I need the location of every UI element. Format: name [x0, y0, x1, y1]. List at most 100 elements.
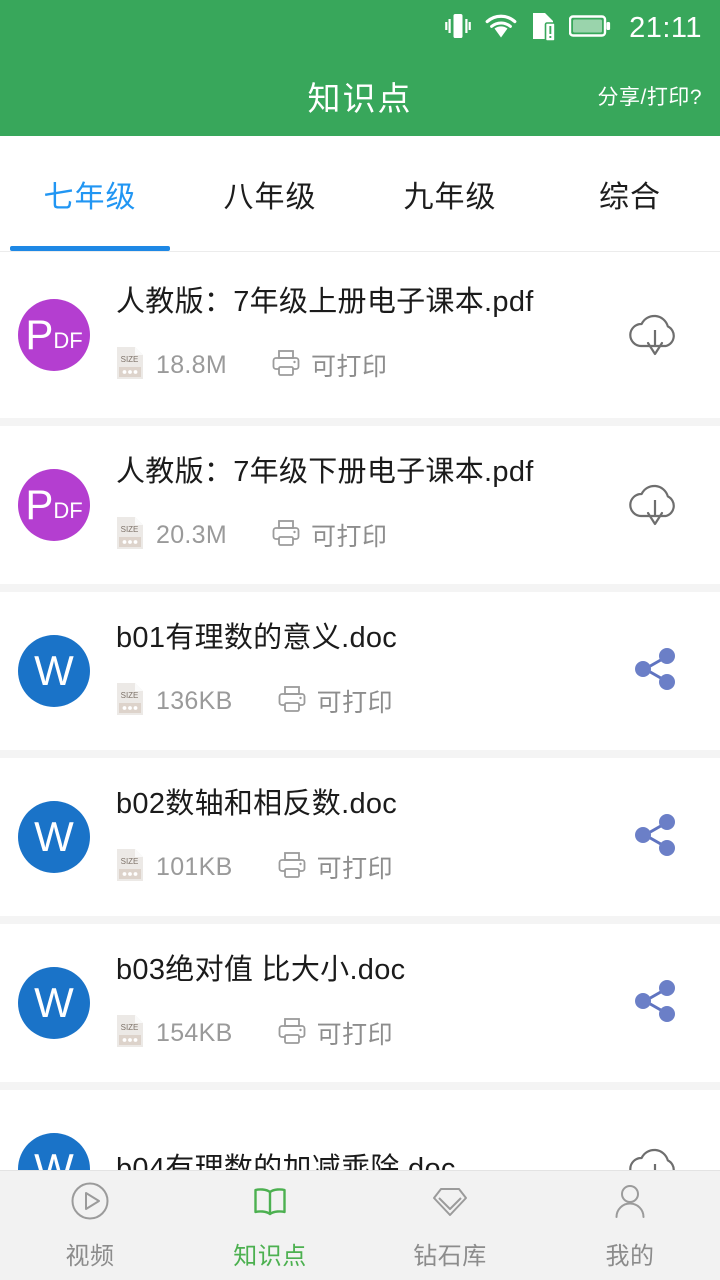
- cloud-download-button[interactable]: [590, 426, 720, 584]
- grade-tabs: 七年级 八年级 九年级 综合: [0, 136, 720, 252]
- size-icon: SIZE: [116, 848, 144, 887]
- printable-label: 可打印: [316, 1021, 394, 1050]
- svg-text:SIZE: SIZE: [121, 355, 139, 364]
- printer-icon: [277, 1016, 307, 1051]
- pdf-icon-letter: P: [25, 311, 54, 358]
- pdf-icon-suffix: DF: [53, 498, 83, 523]
- file-name: b01有理数的意义.doc: [116, 622, 398, 655]
- printable-label: 可打印: [310, 353, 388, 382]
- tab-grade-8-label: 八年级: [223, 180, 317, 214]
- table-row[interactable]: W b01有理数的意义.doc SIZE 136KB 可打印: [0, 584, 720, 750]
- tab-comprehensive[interactable]: 综合: [540, 136, 720, 251]
- battery-icon: [568, 14, 611, 43]
- file-info: b02数轴和相反数.doc SIZE 101KB 可打印: [90, 787, 590, 887]
- tab-comprehensive-label: 综合: [599, 180, 661, 214]
- page-title: 知识点: [307, 80, 413, 117]
- pdf-file-icon: P DF: [18, 469, 90, 541]
- svg-text:SIZE: SIZE: [121, 1023, 139, 1032]
- doc-file-icon: W: [18, 801, 90, 873]
- bottom-navigation: 视频 知识点 钻石库 我的: [0, 1170, 720, 1280]
- nav-item-diamond-library-label: 钻石库: [413, 1243, 487, 1270]
- share-print-help-link[interactable]: 分享/打印?: [597, 81, 702, 111]
- printable-label: 可打印: [316, 689, 394, 718]
- file-meta: SIZE 20.3M 可打印: [116, 516, 590, 555]
- file-info: 人教版：7年级上册电子课本.pdf SIZE 18.8M 可打印: [90, 285, 590, 385]
- svg-text:SIZE: SIZE: [121, 525, 139, 534]
- status-clock: 21:11: [629, 11, 702, 44]
- file-list[interactable]: P DF 人教版：7年级上册电子课本.pdf SIZE 18.8M 可打印 P …: [0, 252, 720, 1170]
- file-size: 20.3M: [156, 520, 227, 549]
- app-screen: 21:11 知识点 分享/打印? 七年级 八年级 九年级 综合 P DF 人教版：…: [0, 0, 720, 1280]
- file-name: b03绝对值 比大小.doc: [116, 954, 406, 987]
- diamond-icon: [429, 1180, 471, 1227]
- table-row[interactable]: W b02数轴和相反数.doc SIZE 101KB 可打印: [0, 750, 720, 916]
- tab-grade-9[interactable]: 九年级: [360, 136, 540, 251]
- file-size: 154KB: [156, 1018, 233, 1047]
- doc-file-icon: W: [18, 1133, 90, 1170]
- printer-icon: [271, 348, 301, 383]
- nav-item-video-label: 视频: [65, 1243, 115, 1270]
- cloud-download-button[interactable]: [590, 1090, 720, 1170]
- nav-item-knowledge[interactable]: 知识点: [180, 1180, 360, 1271]
- file-size: 101KB: [156, 852, 233, 881]
- nav-item-profile[interactable]: 我的: [540, 1180, 720, 1271]
- tab-grade-8[interactable]: 八年级: [180, 136, 360, 251]
- status-bar: 21:11: [0, 0, 720, 56]
- app-bar: 知识点 分享/打印?: [0, 56, 720, 136]
- file-size: 136KB: [156, 686, 233, 715]
- nav-item-knowledge-label: 知识点: [233, 1243, 307, 1270]
- file-info: b01有理数的意义.doc SIZE 136KB 可打印: [90, 621, 590, 721]
- size-icon: SIZE: [116, 516, 144, 555]
- doc-icon-letter: W: [34, 647, 74, 694]
- table-row[interactable]: P DF 人教版：7年级上册电子课本.pdf SIZE 18.8M 可打印: [0, 252, 720, 418]
- tab-grade-7[interactable]: 七年级: [0, 136, 180, 251]
- doc-icon-letter: W: [34, 979, 74, 1026]
- printable-label: 可打印: [316, 855, 394, 884]
- sim-card-alert-icon: [531, 11, 556, 46]
- doc-icon-letter: W: [34, 813, 74, 860]
- play-circle-icon: [69, 1180, 111, 1227]
- pdf-icon-letter: P: [25, 481, 54, 528]
- nav-item-profile-label: 我的: [605, 1243, 655, 1270]
- table-row[interactable]: P DF 人教版：7年级下册电子课本.pdf SIZE 20.3M 可打印: [0, 418, 720, 584]
- svg-text:SIZE: SIZE: [121, 857, 139, 866]
- doc-icon-letter: W: [34, 1145, 74, 1171]
- tab-grade-9-label: 九年级: [403, 180, 497, 214]
- tab-grade-7-label: 七年级: [43, 180, 137, 214]
- share-button[interactable]: [590, 592, 720, 750]
- table-row[interactable]: W b03绝对值 比大小.doc SIZE 154KB 可打印: [0, 916, 720, 1082]
- nav-item-diamond-library[interactable]: 钻石库: [360, 1180, 540, 1271]
- person-icon: [609, 1180, 651, 1227]
- share-icon: [626, 974, 684, 1033]
- doc-file-icon: W: [18, 635, 90, 707]
- file-meta: SIZE 136KB 可打印: [116, 682, 590, 721]
- nav-item-video[interactable]: 视频: [0, 1180, 180, 1271]
- printer-icon: [271, 518, 301, 553]
- share-button[interactable]: [590, 924, 720, 1082]
- size-icon: SIZE: [116, 1014, 144, 1053]
- table-row[interactable]: W b04有理数的加减乘除.doc: [0, 1082, 720, 1170]
- svg-text:SIZE: SIZE: [121, 691, 139, 700]
- cloud-download-button[interactable]: [590, 252, 720, 418]
- file-info: b04有理数的加减乘除.doc: [90, 1152, 590, 1170]
- size-icon: SIZE: [116, 682, 144, 721]
- size-icon: SIZE: [116, 346, 144, 385]
- doc-file-icon: W: [18, 967, 90, 1039]
- file-name: b02数轴和相反数.doc: [116, 788, 398, 821]
- printer-icon: [277, 850, 307, 885]
- cloud-download-icon: [624, 306, 686, 365]
- file-name: 人教版：7年级上册电子课本.pdf: [116, 286, 534, 319]
- cloud-download-icon: [624, 476, 686, 535]
- printer-icon: [277, 684, 307, 719]
- pdf-file-icon: P DF: [18, 299, 90, 371]
- pdf-icon-suffix: DF: [53, 328, 83, 353]
- cloud-download-icon: [624, 1140, 686, 1170]
- share-button[interactable]: [590, 758, 720, 916]
- file-info: 人教版：7年级下册电子课本.pdf SIZE 20.3M 可打印: [90, 455, 590, 555]
- file-size: 18.8M: [156, 350, 227, 379]
- file-meta: SIZE 101KB 可打印: [116, 848, 590, 887]
- printable-label: 可打印: [310, 523, 388, 552]
- file-name: 人教版：7年级下册电子课本.pdf: [116, 456, 534, 489]
- vibrate-icon: [445, 11, 471, 46]
- share-icon: [626, 808, 684, 867]
